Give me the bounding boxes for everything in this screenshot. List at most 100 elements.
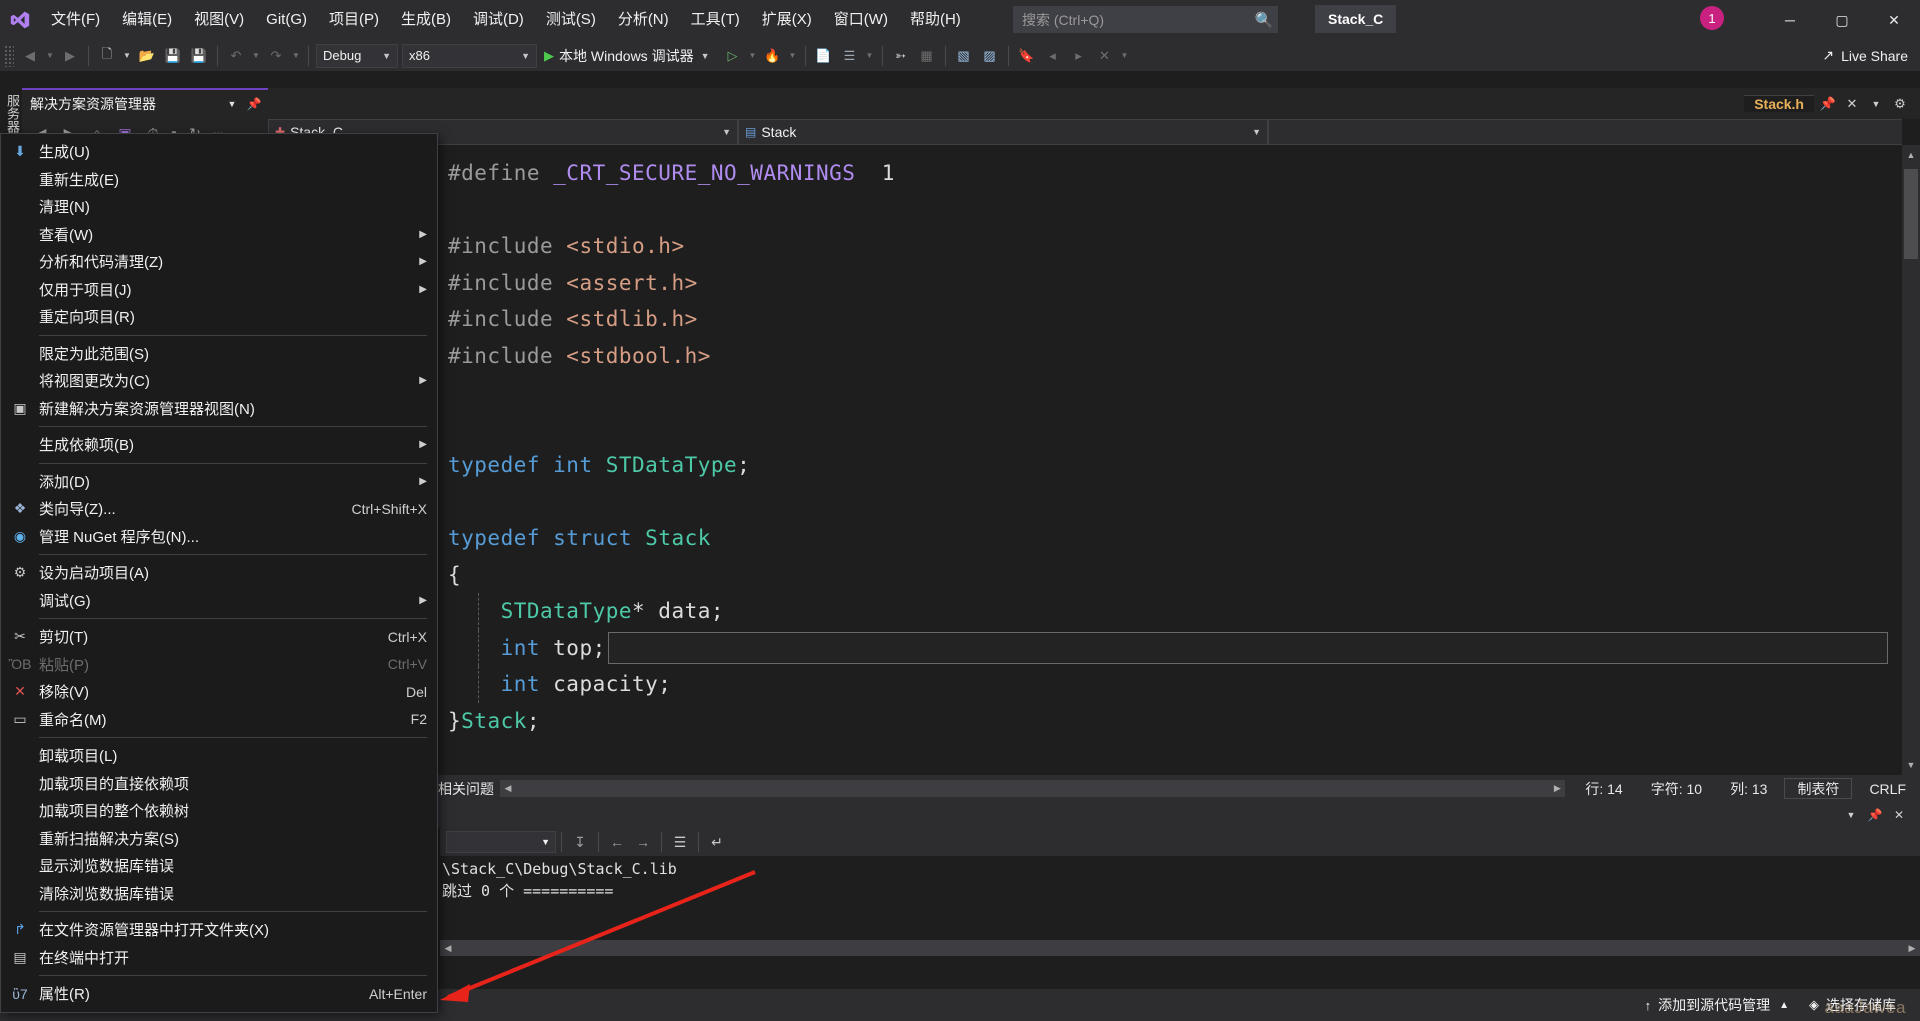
clear-all-icon[interactable]: ☰ <box>667 830 693 854</box>
menu-test[interactable]: 测试(S) <box>535 0 607 40</box>
scroll-left-icon[interactable]: ◀ <box>500 780 516 797</box>
context-menu-item[interactable]: 仅用于项目(J) ▶ <box>1 276 437 304</box>
bookmark-icon[interactable]: 🔖 <box>1015 44 1039 68</box>
search-icon[interactable]: 🔍 <box>1251 11 1277 29</box>
undo-icon[interactable]: ↶ <box>224 44 248 68</box>
context-menu-item[interactable]: 重新生成(E) <box>1 166 437 194</box>
context-menu-item[interactable]: 查看(W) ▶ <box>1 221 437 249</box>
code-editor[interactable]: #define _CRT_SECURE_NO_WARNINGS 1 −#inclu… <box>268 145 1902 775</box>
forward-arrow-icon[interactable]: ▶ <box>58 44 82 68</box>
menu-edit[interactable]: 编辑(E) <box>111 0 183 40</box>
scroll-down-icon[interactable]: ▼ <box>1902 755 1920 775</box>
next-bookmark-icon[interactable]: ▸ <box>1067 44 1091 68</box>
tab-stack-h[interactable]: Stack.h <box>1744 95 1814 112</box>
scroll-left-icon[interactable]: ◀ <box>440 940 456 956</box>
context-menu-item[interactable]: 分析和代码清理(Z) ▶ <box>1 248 437 276</box>
undo-dropdown-icon[interactable]: ▼ <box>250 44 262 68</box>
context-menu-item[interactable]: ▣ 新建解决方案资源管理器视图(N) <box>1 395 437 423</box>
toolbar-overflow-icon[interactable]: ▼ <box>1119 44 1131 68</box>
close-icon[interactable]: ✕ <box>1890 805 1908 825</box>
context-menu-item[interactable]: ⬇ 生成(U) <box>1 138 437 166</box>
context-menu-item[interactable]: 卸载项目(L) <box>1 742 437 770</box>
hot-reload-icon[interactable]: 🔥 <box>761 44 785 68</box>
start-without-debug-icon[interactable]: ▷ <box>721 44 745 68</box>
gear-icon[interactable]: ⚙ <box>1890 93 1910 115</box>
uncomment-icon[interactable]: ▨ <box>978 44 1002 68</box>
context-menu-item[interactable]: ✕ 移除(V) Del <box>1 678 437 706</box>
select-element-icon[interactable]: ➳ <box>889 44 913 68</box>
context-menu-item[interactable]: 限定为此范围(S) <box>1 340 437 368</box>
context-menu-item[interactable]: 加载项目的整个依赖树 <box>1 797 437 825</box>
chevron-down-icon[interactable]: ▼ <box>1842 805 1860 825</box>
save-all-icon[interactable]: 💾 <box>187 44 211 68</box>
notification-badge[interactable]: 1 <box>1700 6 1724 30</box>
menu-view[interactable]: 视图(V) <box>183 0 255 40</box>
search-box[interactable]: 🔍 <box>1013 6 1278 33</box>
redo-icon[interactable]: ↷ <box>264 44 288 68</box>
project-context-menu[interactable]: ⬇ 生成(U) 重新生成(E) 清理(N) 查看(W) ▶ 分析和代码清理(Z) ▶ 仅用于项目… <box>0 133 438 1013</box>
context-menu-item[interactable]: 显示浏览数据库错误 <box>1 852 437 880</box>
minimize-button[interactable]: ─ <box>1764 0 1816 40</box>
context-menu-item[interactable]: 重新扫描解决方案(S) <box>1 825 437 853</box>
menu-analyze[interactable]: 分析(N) <box>607 0 680 40</box>
output-text[interactable]: \Stack_C\Debug\Stack_C.lib 跳过 0 个 ======… <box>440 856 1920 980</box>
start-debug-button[interactable]: ▶ 本地 Windows 调试器 ▼ <box>539 44 715 68</box>
nav-symbol-combo[interactable]: ▤ Stack ▼ <box>738 119 1268 145</box>
new-dropdown-icon[interactable]: ▼ <box>121 44 133 68</box>
nav-extra-combo[interactable] <box>1268 119 1902 145</box>
scrollbar-thumb[interactable] <box>1904 169 1918 259</box>
menu-file[interactable]: 文件(F) <box>40 0 111 40</box>
code-text[interactable]: #define _CRT_SECURE_NO_WARNINGS 1 −#inclu… <box>422 155 1902 739</box>
menu-git[interactable]: Git(G) <box>255 0 318 40</box>
editor-vertical-scrollbar[interactable]: ▲ ▼ <box>1902 145 1920 775</box>
editor-horizontal-scrollbar[interactable]: ◀ ▶ <box>500 780 1566 797</box>
hot-reload-dropdown-icon[interactable]: ▼ <box>787 44 799 68</box>
context-menu-item[interactable]: 加载项目的直接依赖项 <box>1 770 437 798</box>
context-menu-item[interactable]: 调试(G) ▶ <box>1 587 437 615</box>
context-menu-item[interactable]: ὒ7 属性(R) Alt+Enter <box>1 980 437 1008</box>
context-menu-item[interactable]: 生成依赖项(B) ▶ <box>1 431 437 459</box>
menu-project[interactable]: 项目(P) <box>318 0 390 40</box>
menu-debug[interactable]: 调试(D) <box>462 0 535 40</box>
context-menu-item[interactable]: 清除浏览数据库错误 <box>1 880 437 908</box>
scroll-right-icon[interactable]: ▶ <box>1904 940 1920 956</box>
platform-combo[interactable]: x86 ▼ <box>402 43 537 68</box>
go-to-icon[interactable]: ↧ <box>567 830 593 854</box>
configuration-combo[interactable]: Debug ▼ <box>316 43 398 68</box>
indentation-indicator[interactable]: 制表符 <box>1784 778 1853 799</box>
prev-bookmark-icon[interactable]: ◂ <box>1041 44 1065 68</box>
clear-bookmarks-icon[interactable]: ✕ <box>1093 44 1117 68</box>
next-icon[interactable]: → <box>630 830 656 854</box>
chevron-down-icon[interactable]: ▼ <box>222 94 242 114</box>
pin-icon[interactable]: 📌 <box>244 94 264 114</box>
back-arrow-icon[interactable]: ◀ <box>18 44 42 68</box>
context-menu-item[interactable]: 添加(D) ▶ <box>1 468 437 496</box>
previous-icon[interactable]: ← <box>604 830 630 854</box>
close-icon[interactable]: ✕ <box>1842 93 1862 115</box>
menu-build[interactable]: 生成(B) <box>390 0 462 40</box>
back-dropdown-icon[interactable]: ▼ <box>44 44 56 68</box>
search-input[interactable] <box>1014 11 1251 28</box>
project-chip[interactable]: Stack_C <box>1315 5 1397 33</box>
context-menu-item[interactable]: 重定向项目(R) <box>1 303 437 331</box>
context-menu-item[interactable]: ↱ 在文件资源管理器中打开文件夹(X) <box>1 916 437 944</box>
menu-tools[interactable]: 工具(T) <box>680 0 751 40</box>
run-dropdown-icon[interactable]: ▼ <box>747 44 759 68</box>
scroll-up-icon[interactable]: ▲ <box>1902 145 1920 165</box>
maximize-button[interactable]: ▢ <box>1816 0 1868 40</box>
output-horizontal-scrollbar[interactable]: ◀ ▶ <box>440 940 1920 956</box>
scroll-right-icon[interactable]: ▶ <box>1549 780 1565 797</box>
pin-icon[interactable]: 📌 <box>1866 805 1884 825</box>
toolbar-grip[interactable] <box>4 44 14 67</box>
properties-dropdown-icon[interactable]: ▼ <box>864 44 876 68</box>
context-menu-item[interactable]: ◉ 管理 NuGet 程序包(N)... <box>1 523 437 551</box>
pin-icon[interactable]: 📌 <box>1818 93 1838 115</box>
toolbox-icon[interactable]: ▦ <box>915 44 939 68</box>
show-all-files-icon[interactable]: 📄 <box>812 44 836 68</box>
close-button[interactable]: ✕ <box>1868 0 1920 40</box>
context-menu-item[interactable]: ⚙ 设为启动项目(A) <box>1 559 437 587</box>
chevron-down-icon[interactable]: ▼ <box>1866 93 1886 115</box>
menu-extensions[interactable]: 扩展(X) <box>751 0 823 40</box>
context-menu-item[interactable]: ✂ 剪切(T) Ctrl+X <box>1 623 437 651</box>
redo-dropdown-icon[interactable]: ▼ <box>290 44 302 68</box>
